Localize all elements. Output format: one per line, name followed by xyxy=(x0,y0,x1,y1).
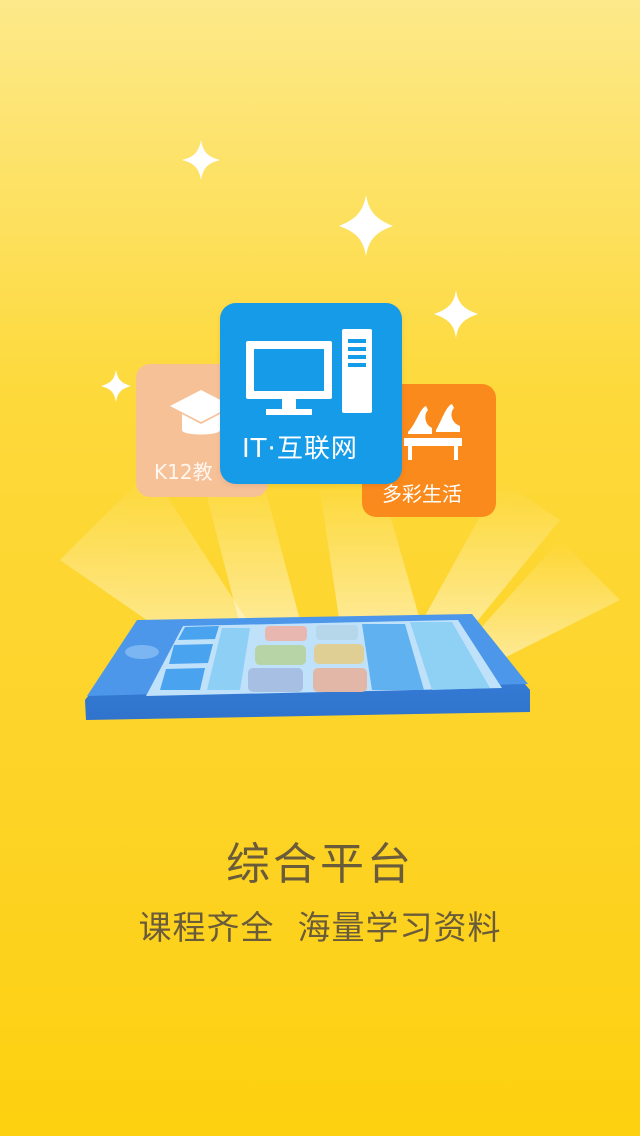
high-heels-icon xyxy=(404,404,462,460)
tablet-illustration xyxy=(85,614,530,720)
page-title: 综合平台 xyxy=(226,839,414,890)
life-card-label: 多彩生活 xyxy=(382,482,462,506)
sparkle-icon xyxy=(101,370,131,402)
sparkle-icon xyxy=(434,290,478,338)
hero-illustration xyxy=(60,140,620,720)
home-button-icon xyxy=(125,645,159,659)
it-internet-card: IT·互联网 xyxy=(220,303,402,484)
sparkle-icon xyxy=(182,140,220,180)
computer-icon xyxy=(246,329,372,415)
it-card-label: IT·互联网 xyxy=(242,434,358,464)
page-subtitle: 课程齐全 海量学习资料 xyxy=(138,908,502,947)
sparkle-icon xyxy=(339,195,393,256)
k12-card-label: K12教 xyxy=(154,460,213,484)
splash-screen: K12教 多彩生活 IT·互联网 综合平台 课程齐全 海量学习资料 xyxy=(0,0,640,1136)
